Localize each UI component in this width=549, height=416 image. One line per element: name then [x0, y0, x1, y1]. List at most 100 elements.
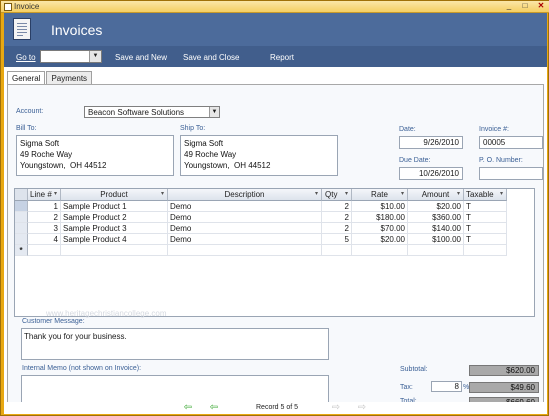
invoice-document-icon [13, 18, 31, 40]
ship-to-label: Ship To: [180, 125, 206, 132]
date-label: Date: [399, 126, 416, 133]
title-bar: Invoice _ □ ✕ [1, 1, 549, 13]
next-record-icon[interactable]: ⇨ [330, 403, 342, 413]
first-record-icon[interactable]: ⇦ [182, 403, 194, 413]
tab-payments[interactable]: Payments [46, 71, 93, 85]
cell-taxable[interactable]: T [464, 234, 507, 245]
select-all-corner[interactable] [15, 189, 28, 201]
cell-product[interactable]: Sample Product 2 [61, 212, 168, 223]
cell-line[interactable]: 3 [28, 223, 61, 234]
report-button[interactable]: Report [270, 53, 294, 62]
new-row-marker[interactable]: * [15, 245, 28, 256]
bill-to-field[interactable]: Sigma Soft 49 Roche Way Youngstown, OH 4… [16, 135, 174, 176]
cell-product[interactable]: Sample Product 3 [61, 223, 168, 234]
new-row-cell[interactable] [322, 245, 352, 256]
cell-taxable[interactable]: T [464, 223, 507, 234]
record-info: Record 5 of 5 [256, 404, 299, 411]
cell-rate[interactable]: $20.00 [352, 234, 408, 245]
row-selector[interactable] [15, 212, 28, 223]
new-row-cell[interactable] [352, 245, 408, 256]
bill-to-label: Bill To: [16, 125, 37, 132]
cell-description[interactable]: Demo [168, 212, 322, 223]
minimize-button[interactable]: _ [503, 2, 515, 11]
new-row-cell[interactable] [168, 245, 322, 256]
cell-amount[interactable]: $140.00 [408, 223, 464, 234]
cell-taxable[interactable]: T [464, 201, 507, 212]
tax-value: $49.60 [469, 382, 539, 393]
watermark-text: www.heritagechristiancollege.com [46, 309, 167, 318]
account-select[interactable]: Beacon Software Solutions ▼ [84, 106, 220, 118]
record-navigator: ⇦ ⇦ Record 5 of 5 ⇨ ⇨ [4, 402, 547, 414]
invoice-window: Invoice _ □ ✕ Invoices Go to ▼ Save and … [0, 0, 549, 416]
row-selector[interactable] [15, 201, 28, 212]
cell-qty[interactable]: 2 [322, 201, 352, 212]
cell-description[interactable]: Demo [168, 201, 322, 212]
cell-amount[interactable]: $360.00 [408, 212, 464, 223]
previous-record-icon[interactable]: ⇦ [208, 403, 220, 413]
new-row-cell[interactable] [28, 245, 61, 256]
cell-rate[interactable]: $180.00 [352, 212, 408, 223]
col-header-product[interactable]: Product ▾ [61, 189, 168, 201]
cell-amount[interactable]: $100.00 [408, 234, 464, 245]
row-selector[interactable] [15, 223, 28, 234]
subtotal-label: Subtotal: [400, 366, 428, 373]
cell-qty[interactable]: 2 [322, 212, 352, 223]
invoice-number-label: Invoice #: [479, 126, 509, 133]
new-row-cell[interactable] [61, 245, 168, 256]
col-header-taxable[interactable]: Taxable ▾ [464, 189, 507, 201]
cell-description[interactable]: Demo [168, 223, 322, 234]
row-selector[interactable] [15, 234, 28, 245]
tab-strip: General Payments [7, 71, 93, 86]
app-icon [4, 3, 12, 11]
goto-combo[interactable]: ▼ [40, 50, 102, 63]
cell-qty[interactable]: 5 [322, 234, 352, 245]
col-header-qty[interactable]: Qty ▾ [322, 189, 352, 201]
last-record-icon[interactable]: ⇨ [356, 403, 368, 413]
maximize-button[interactable]: □ [519, 2, 531, 11]
cell-rate[interactable]: $70.00 [352, 223, 408, 234]
account-label: Account: [16, 108, 44, 115]
ship-to-field[interactable]: Sigma Soft 49 Roche Way Youngstown, OH 4… [180, 135, 338, 176]
cell-description[interactable]: Demo [168, 234, 322, 245]
tax-label: Tax: [400, 384, 413, 391]
cell-line[interactable]: 4 [28, 234, 61, 245]
due-date-label: Due Date: [399, 157, 431, 164]
po-number-field[interactable] [479, 167, 543, 180]
invoice-number-field[interactable]: 00005 [479, 136, 543, 149]
internal-memo-label: Internal Memo (not shown on Invoice): [22, 365, 142, 372]
cell-product[interactable]: Sample Product 1 [61, 201, 168, 212]
cell-amount[interactable]: $20.00 [408, 201, 464, 212]
save-and-new-button[interactable]: Save and New [115, 53, 167, 62]
page-title: Invoices [51, 22, 103, 38]
po-number-label: P. O. Number: [479, 157, 523, 164]
cell-product[interactable]: Sample Product 4 [61, 234, 168, 245]
col-header-line[interactable]: Line # ▾ [28, 189, 61, 201]
new-row-cell[interactable] [408, 245, 464, 256]
customer-message-label: Customer Message: [22, 318, 85, 325]
goto-label: Go to [16, 53, 36, 62]
date-field[interactable]: 9/26/2010 [399, 136, 463, 149]
due-date-field[interactable]: 10/26/2010 [399, 167, 463, 180]
client-area: Invoices Go to ▼ Save and New Save and C… [4, 13, 547, 414]
general-panel: Account: Beacon Software Solutions ▼ Bil… [7, 84, 544, 408]
form-header: Invoices [4, 13, 547, 46]
cell-line[interactable]: 1 [28, 201, 61, 212]
cell-taxable[interactable]: T [464, 212, 507, 223]
customer-message-field[interactable]: Thank you for your business. [21, 328, 329, 360]
col-header-rate[interactable]: Rate ▾ [352, 189, 408, 201]
save-and-close-button[interactable]: Save and Close [183, 53, 239, 62]
tax-rate-field[interactable]: 8 [431, 381, 462, 392]
chevron-down-icon[interactable]: ▼ [209, 107, 219, 117]
line-items-grid: Line # ▾ Product ▾ Description ▾ Qty ▾ Rate ▾… [14, 188, 535, 317]
subtotal-value: $620.00 [469, 365, 539, 376]
col-header-description[interactable]: Description ▾ [168, 189, 322, 201]
new-row-cell[interactable] [464, 245, 507, 256]
cell-line[interactable]: 2 [28, 212, 61, 223]
toolbar: Go to ▼ Save and New Save and Close Repo… [4, 46, 547, 67]
close-button[interactable]: ✕ [535, 2, 547, 11]
chevron-down-icon[interactable]: ▼ [89, 51, 101, 62]
window-title: Invoice [14, 2, 40, 11]
cell-rate[interactable]: $10.00 [352, 201, 408, 212]
col-header-amount[interactable]: Amount ▾ [408, 189, 464, 201]
cell-qty[interactable]: 2 [322, 223, 352, 234]
